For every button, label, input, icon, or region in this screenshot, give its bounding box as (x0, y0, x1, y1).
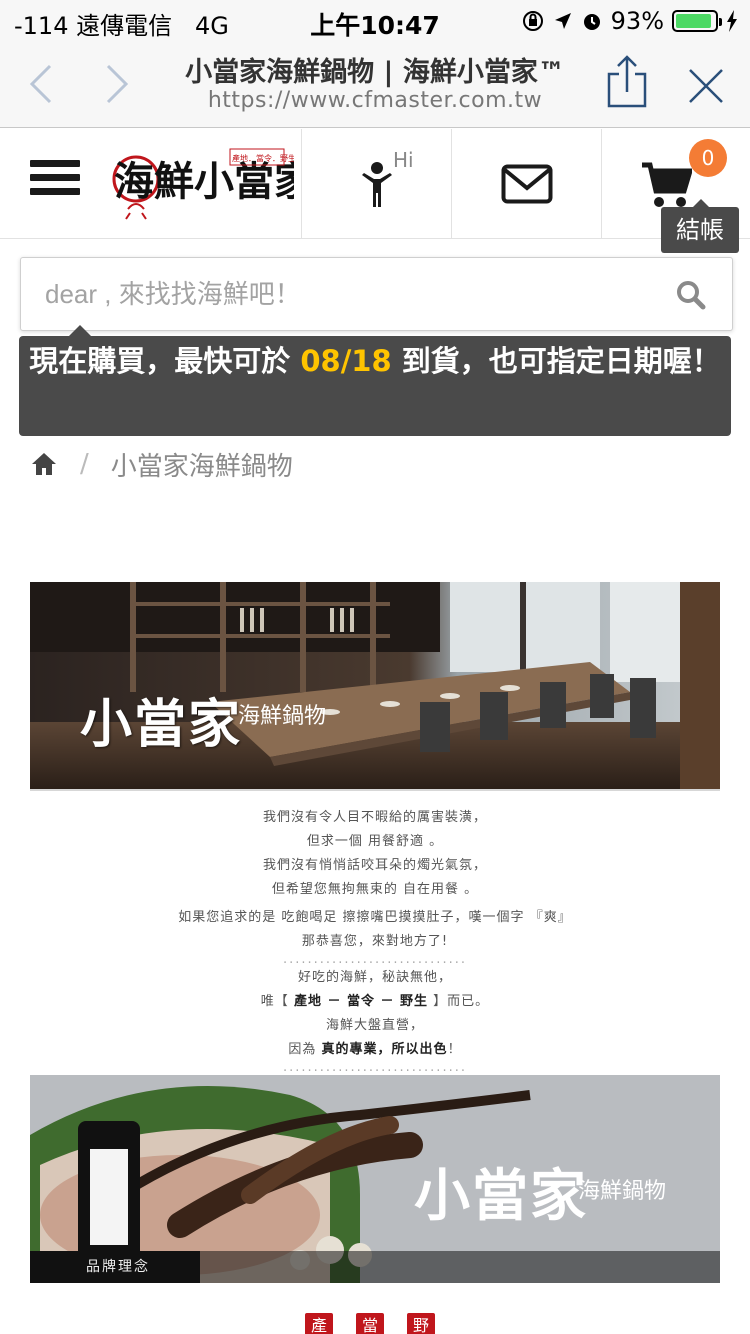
stamp-origin: 產 (305, 1313, 333, 1334)
delivery-notice: 現在購買，最快可於 08/18 到貨，也可指定日期喔！ (19, 325, 731, 436)
mail-envelope-icon (501, 164, 553, 204)
brand-intro-text: 我們沒有令人目不暇給的厲害裝潢， 但求一個 用餐舒適 。 我們沒有悄悄話咬耳朵的… (30, 806, 720, 1074)
intro-line: 如果您追求的是 吃飽喝足 擦擦嘴巴摸摸肚子，嘆一個字 『爽』 (178, 910, 572, 925)
search-input[interactable] (21, 258, 661, 330)
banner-brand-sub: 海鮮鍋物 (578, 1179, 667, 1204)
orientation-lock-icon (522, 11, 543, 31)
value-stamps: 產 當 野 (305, 1313, 435, 1334)
search-box (20, 257, 733, 331)
hero-sub-text: 海鮮鍋物 (238, 704, 327, 729)
hero-divider (30, 789, 720, 791)
pro-bold: 真的專業，所以出色 (321, 1042, 448, 1057)
dotted-divider: .............................. (283, 952, 467, 967)
banner-brand-text: 小當家 (414, 1163, 588, 1229)
breadcrumb-current: 小當家海鮮鍋物 (110, 451, 293, 482)
alarm-icon (583, 14, 600, 30)
battery-icon (672, 10, 722, 32)
member-person-icon (362, 162, 392, 207)
browser-toolbar: 小當家海鮮鍋物 | 海鮮小當家™ https://www.cfmaster.co… (0, 40, 750, 128)
breadcrumb-separator: / (80, 449, 89, 479)
battery-percent: 93% (610, 7, 664, 35)
stamp-season: 當 (356, 1313, 384, 1334)
cart-count-badge: 0 (689, 139, 727, 177)
breadcrumb: / 小當家海鮮鍋物 (30, 444, 293, 484)
message-button[interactable] (451, 129, 601, 239)
checkout-tooltip[interactable]: 結帳 (661, 199, 739, 253)
restaurant-hero-image: 小當家 海鮮鍋物 (30, 582, 720, 789)
intro-line: 我們沒有令人目不暇給的厲害裝潢， (262, 810, 487, 825)
site-logo[interactable]: 海鮮小當家 產地．當令．野生 (106, 143, 314, 225)
origin-bold: 產地 － 當令 － 野生 (293, 994, 429, 1009)
intro-line: 那恭喜您，來對地方了! (301, 934, 449, 949)
intro-line: 但希望您無拘無束的 自在用餐 。 (271, 882, 479, 897)
brand-concept-banner[interactable]: 小當家 海鮮鍋物 品牌理念 (30, 1075, 720, 1283)
delivery-date: 08/18 (300, 344, 392, 378)
close-icon[interactable] (686, 66, 726, 106)
intro-line: 但求一個 用餐舒適 。 (306, 834, 444, 849)
menu-icon[interactable] (30, 160, 80, 200)
hero-brand-text: 小當家 (80, 694, 243, 755)
status-bar: -114 遠傳電信 4G 上午10:47 93% (0, 0, 750, 40)
notice-text-after: 到貨，也可指定日期喔！ (391, 344, 721, 378)
intro-origin-line: 唯【 產地 － 當令 － 野生 】而已。 (260, 994, 490, 1009)
share-icon[interactable] (606, 54, 648, 110)
status-right: 93% (521, 7, 738, 35)
stamp-wild: 野 (407, 1313, 435, 1334)
site-header: 海鮮小當家 產地．當令．野生 Hi 0 (0, 129, 750, 239)
search-icon[interactable] (676, 280, 706, 310)
notice-text-before: 現在購買，最快可於 (29, 344, 301, 378)
brand-concept-caption: 品牌理念 (30, 1251, 200, 1283)
hi-label: Hi (393, 148, 414, 172)
intro-line: 我們沒有悄悄話咬耳朵的燭光氣氛， (262, 858, 487, 873)
home-icon[interactable] (30, 451, 58, 477)
intro-line: 海鮮大盤直營， (325, 1018, 424, 1033)
logo-tagline: 產地．當令．野生 (232, 153, 294, 163)
logo-mark: 海鮮小當家 產地．當令．野生 (112, 148, 314, 220)
charging-bolt-icon (727, 10, 737, 32)
dotted-divider: .............................. (283, 1060, 467, 1075)
intro-pro-line: 因為 真的專業，所以出色！ (288, 1042, 462, 1057)
intro-line: 好吃的海鮮，秘訣無他， (297, 970, 452, 985)
shopping-cart-icon (642, 162, 692, 207)
location-arrow-icon (554, 13, 571, 29)
member-button[interactable]: Hi (301, 129, 451, 239)
